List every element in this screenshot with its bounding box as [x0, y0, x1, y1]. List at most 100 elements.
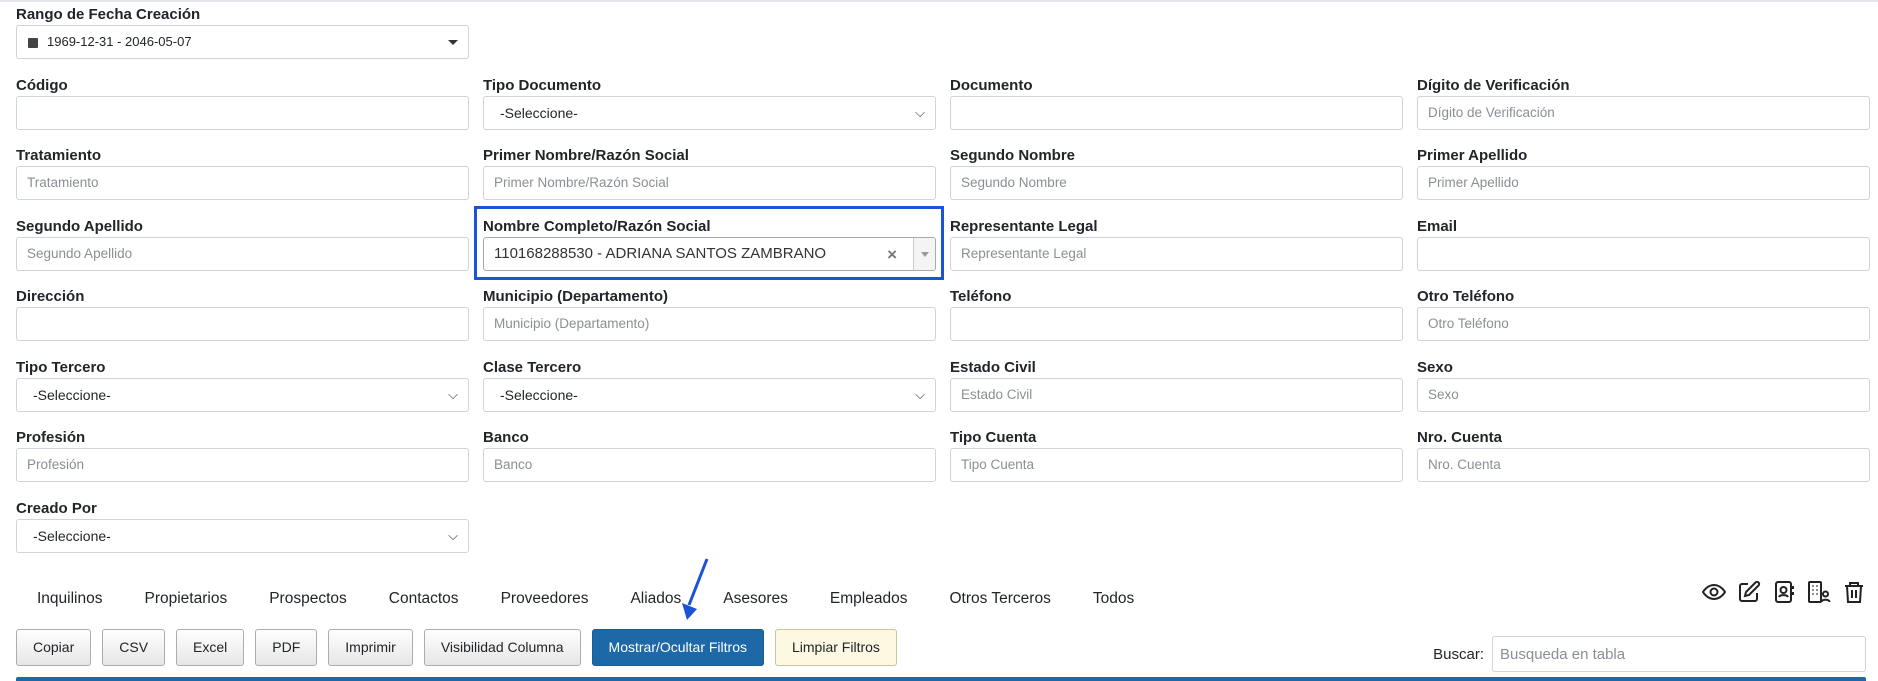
primer-nombre-razon-social-input[interactable]: Primer Nombre/Razón Social — [483, 166, 936, 200]
select-value: -Seleccione- — [33, 527, 111, 544]
row-actions — [1701, 580, 1866, 604]
field-otro-telefono: Otro Teléfono Otro Teléfono — [1417, 286, 1870, 357]
field-label: Clase Tercero — [483, 358, 582, 376]
sexo-input[interactable]: Sexo — [1417, 377, 1870, 412]
field-primer-nombre-razon-social: Primer Nombre/Razón Social Primer Nombre/… — [483, 145, 936, 216]
field-banco: Banco Banco — [483, 427, 936, 498]
telefono-input[interactable] — [950, 307, 1403, 341]
input-text: Representante Legal — [961, 245, 1087, 261]
nro-cuenta-input[interactable]: Nro. Cuenta — [1417, 448, 1870, 482]
email-input[interactable] — [1417, 236, 1870, 271]
input-text: Segundo Apellido — [27, 245, 133, 261]
copiar-button[interactable]: Copiar — [16, 629, 92, 666]
building-user-icon[interactable] — [1807, 580, 1831, 604]
segundo-nombre-input[interactable]: Segundo Nombre — [950, 166, 1403, 200]
field-label: Banco — [483, 429, 529, 446]
estado-civil-input[interactable]: Estado Civil — [950, 377, 1403, 412]
tercero-tabs: Inquilinos Propietarios Prospectos Contacto… — [16, 585, 1155, 613]
select-value: -Seleccione- — [500, 386, 578, 403]
chevron-down-icon: ⌵ — [448, 527, 458, 543]
field-primer-apellido: Primer Apellido Primer Apellido — [1417, 145, 1870, 216]
mostrar-ocultar-filtros-button[interactable]: Mostrar/Ocultar Filtros — [591, 629, 764, 666]
otro-telefono-input[interactable]: Otro Teléfono — [1417, 307, 1870, 341]
municipio-departamento-input[interactable]: Municipio (Departamento) — [483, 307, 936, 341]
direccion-input[interactable] — [16, 307, 469, 341]
banco-input[interactable]: Banco — [483, 448, 936, 482]
chevron-down-icon: ⌵ — [448, 386, 458, 402]
documento-input[interactable] — [950, 95, 1403, 130]
profesion-input[interactable]: Profesión — [16, 448, 469, 482]
caret-down-icon — [448, 40, 458, 45]
field-label: Email — [1417, 217, 1458, 235]
segundo-apellido-input[interactable]: Segundo Apellido — [16, 236, 469, 271]
trash-icon[interactable] — [1842, 580, 1866, 604]
contact-card-icon[interactable] — [1772, 580, 1796, 604]
field-telefono: Teléfono — [950, 286, 1403, 357]
field-rango-fecha: Rango de Fecha Creación 1969-12-31 - 204… — [16, 4, 469, 75]
field-tipo-cuenta: Tipo Cuenta Tipo Cuenta — [950, 427, 1403, 498]
input-text: Tipo Cuenta — [961, 457, 1035, 472]
field-estado-civil: Estado Civil Estado Civil — [950, 357, 1403, 428]
field-tipo-tercero: Tipo Tercero -Seleccione- ⌵ — [16, 357, 469, 428]
imprimir-button[interactable]: Imprimir — [328, 629, 413, 666]
field-sexo: Sexo Sexo — [1417, 357, 1870, 428]
tab-proveedores[interactable]: Proveedores — [480, 585, 610, 613]
tab-propietarios[interactable]: Propietarios — [124, 585, 249, 613]
codigo-input[interactable] — [16, 95, 469, 130]
select-value: -Seleccione- — [33, 386, 111, 403]
field-label: Representante Legal — [950, 217, 1098, 235]
creado-por-select[interactable]: -Seleccione- ⌵ — [16, 518, 469, 553]
field-label: Tipo Tercero — [16, 358, 106, 376]
input-text: Otro Teléfono — [1428, 316, 1509, 331]
tab-prospectos[interactable]: Prospectos — [248, 585, 368, 613]
input-text: Profesión — [27, 457, 85, 472]
input-text: Nro. Cuenta — [1428, 457, 1501, 472]
field-label: Estado Civil — [950, 358, 1036, 376]
tab-otros-terceros[interactable]: Otros Terceros — [928, 585, 1071, 613]
field-label: Código — [16, 76, 68, 94]
search-input[interactable] — [1492, 636, 1866, 672]
field-segundo-apellido: Segundo Apellido Segundo Apellido — [16, 216, 469, 287]
date-range-picker[interactable]: 1969-12-31 - 2046-05-07 — [16, 25, 469, 59]
calendar-icon — [28, 38, 38, 48]
field-label: Sexo — [1417, 358, 1453, 376]
field-nro-cuenta: Nro. Cuenta Nro. Cuenta — [1417, 427, 1870, 498]
field-label: Tipo Documento — [483, 76, 602, 94]
primer-apellido-input[interactable]: Primer Apellido — [1417, 166, 1870, 200]
table-top-bar — [16, 677, 1866, 681]
eye-icon[interactable] — [1701, 580, 1727, 604]
annotation-arrow-icon — [682, 558, 709, 620]
tratamiento-input[interactable]: Tratamiento — [16, 166, 469, 200]
csv-button[interactable]: CSV — [102, 629, 166, 666]
tipo-tercero-select[interactable]: -Seleccione- ⌵ — [16, 377, 469, 412]
limpiar-filtros-button[interactable]: Limpiar Filtros — [775, 629, 897, 666]
visibilidad-columna-button[interactable]: Visibilidad Columna — [423, 629, 581, 666]
tab-inquilinos[interactable]: Inquilinos — [16, 585, 124, 613]
field-label: Otro Teléfono — [1417, 288, 1515, 305]
clase-tercero-select[interactable]: -Seleccione- ⌵ — [483, 377, 936, 412]
tab-contactos[interactable]: Contactos — [368, 585, 480, 613]
pdf-button[interactable]: PDF — [255, 629, 318, 666]
field-label: Tipo Cuenta — [950, 429, 1037, 446]
tab-asesores[interactable]: Asesores — [702, 585, 809, 613]
field-digito-de-verificacion: Dígito de Verificación Dígito de Verifica… — [1417, 75, 1870, 146]
filters-form: Rango de Fecha Creación 1969-12-31 - 204… — [16, 4, 1872, 568]
tab-todos[interactable]: Todos — [1072, 585, 1155, 613]
field-tipo-documento: Tipo Documento -Seleccione- ⌵ — [483, 75, 936, 146]
field-label: Primer Nombre/Razón Social — [483, 147, 689, 164]
excel-button[interactable]: Excel — [176, 629, 245, 666]
tipo-cuenta-input[interactable]: Tipo Cuenta — [950, 448, 1403, 482]
field-segundo-nombre: Segundo Nombre Segundo Nombre — [950, 145, 1403, 216]
tab-empleados[interactable]: Empleados — [809, 585, 929, 613]
field-email: Email — [1417, 216, 1870, 287]
digito-de-verificacion-input[interactable]: Dígito de Verificación — [1417, 95, 1870, 130]
field-label: Dirección — [16, 288, 85, 305]
representante-legal-input[interactable]: Representante Legal — [950, 236, 1403, 271]
edit-icon[interactable] — [1737, 580, 1761, 604]
field-label: Tratamiento — [16, 147, 102, 164]
field-tratamiento: Tratamiento Tratamiento — [16, 145, 469, 216]
tipo-documento-select[interactable]: -Seleccione- ⌵ — [483, 95, 936, 130]
field-creado-por: Creado Por -Seleccione- ⌵ — [16, 498, 469, 569]
input-text: Dígito de Verificación — [1428, 104, 1555, 120]
field-label: Creado Por — [16, 499, 97, 517]
